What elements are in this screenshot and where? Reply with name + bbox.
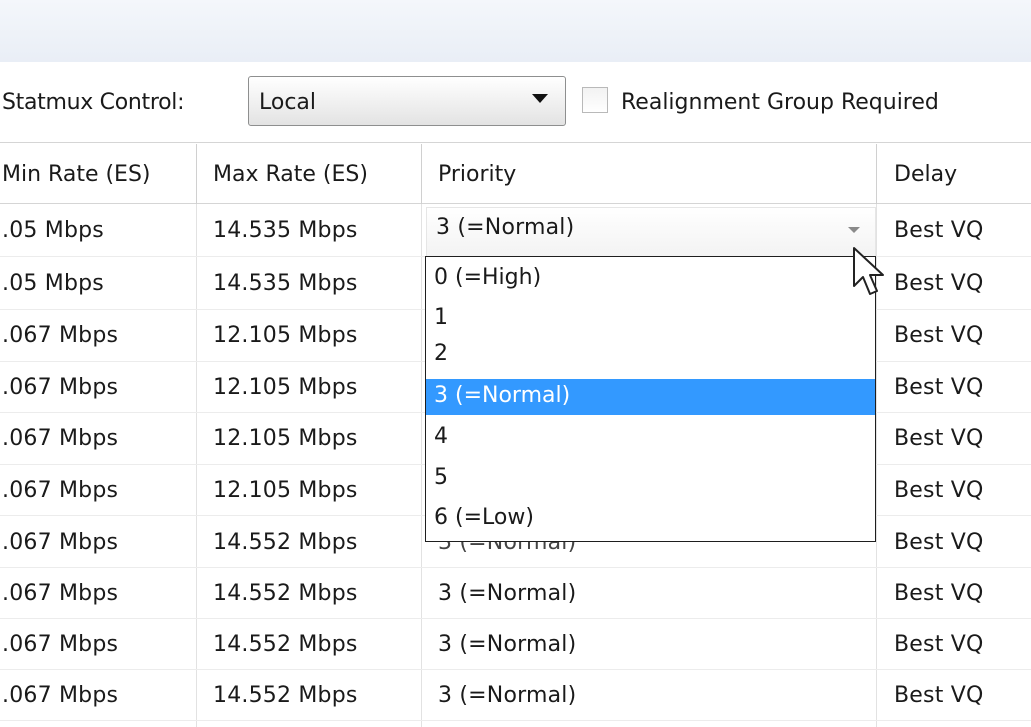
cell-delay[interactable]: Best VQ [894,426,983,451]
cell-min-rate[interactable]: .067 Mbps [2,323,118,348]
top-band [0,0,1031,62]
cell-max-rate[interactable]: 14.552 Mbps [213,581,358,606]
cell-delay[interactable]: Best VQ [894,218,983,243]
cell-max-rate[interactable]: 14.552 Mbps [213,683,358,708]
dropdown-option[interactable]: 5 [426,461,875,497]
cell-delay[interactable]: Best VQ [894,375,983,400]
cell-delay[interactable]: Best VQ [894,683,983,708]
cell-max-rate[interactable]: 12.105 Mbps [213,375,358,400]
cell-delay[interactable]: Best VQ [894,478,983,503]
dropdown-arrow-icon[interactable] [532,94,548,103]
dropdown-option[interactable]: 4 [426,420,875,456]
cell-priority[interactable]: 3 (=Normal) [438,632,576,657]
cell-max-rate[interactable]: 14.552 Mbps [213,530,358,555]
cell-delay[interactable]: Best VQ [894,271,983,296]
cell-max-rate[interactable]: 14.535 Mbps [213,218,358,243]
column-grid-line [196,204,197,727]
cell-max-rate[interactable]: 12.105 Mbps [213,323,358,348]
cell-min-rate[interactable]: .05 Mbps [2,218,104,243]
cell-min-rate[interactable]: .067 Mbps [2,375,118,400]
cell-delay[interactable]: Best VQ [894,581,983,606]
cell-min-rate[interactable]: .067 Mbps [2,632,118,657]
cell-priority[interactable]: 3 (=Normal) [438,683,576,708]
cell-delay[interactable]: Best VQ [894,632,983,657]
header-separator[interactable] [196,144,197,204]
dropdown-option[interactable]: 2 [426,337,875,373]
cell-delay[interactable]: Best VQ [894,323,983,348]
cell-max-rate[interactable]: 14.535 Mbps [213,271,358,296]
row-grid-line [0,567,1031,568]
priority-combobox-value: 3 (=Normal) [436,215,575,240]
row-grid-line [0,669,1031,670]
header-separator[interactable] [876,144,877,204]
chevron-down-icon[interactable] [848,227,860,233]
cell-min-rate[interactable]: .067 Mbps [2,581,118,606]
statmux-control-value: Local [259,90,317,115]
row-grid-line [0,720,1031,721]
cell-priority[interactable]: 3 (=Normal) [438,581,576,606]
dropdown-option-selected[interactable]: 3 (=Normal) [426,379,875,415]
col-header-priority[interactable]: Priority [438,162,516,187]
cell-min-rate[interactable]: .067 Mbps [2,683,118,708]
priority-dropdown-list: 0 (=High) 1 2 3 (=Normal) 4 5 6 (=Low) [425,256,876,542]
col-header-delay[interactable]: Delay [894,162,957,187]
statmux-control-label: Statmux Control: [2,90,185,115]
cell-delay[interactable]: Best VQ [894,530,983,555]
cell-min-rate[interactable]: .067 Mbps [2,478,118,503]
cell-max-rate[interactable]: 12.105 Mbps [213,478,358,503]
cell-min-rate[interactable]: .067 Mbps [2,530,118,555]
cell-max-rate[interactable]: 14.552 Mbps [213,632,358,657]
realignment-checkbox[interactable] [582,87,608,113]
col-header-min-rate[interactable]: Min Rate (ES) [2,162,151,187]
cell-min-rate[interactable]: .05 Mbps [2,271,104,296]
header-top-line [0,142,1031,143]
dropdown-option[interactable]: 0 (=High) [426,261,875,297]
col-header-max-rate[interactable]: Max Rate (ES) [213,162,368,187]
header-separator[interactable] [421,144,422,204]
realignment-label: Realignment Group Required [621,90,939,115]
row-grid-line [0,618,1031,619]
cell-max-rate[interactable]: 12.105 Mbps [213,426,358,451]
cell-min-rate[interactable]: .067 Mbps [2,426,118,451]
column-grid-line [421,204,422,727]
dropdown-option[interactable]: 1 [426,301,875,337]
mouse-pointer-icon [853,247,884,295]
dropdown-option[interactable]: 6 (=Low) [426,501,875,537]
